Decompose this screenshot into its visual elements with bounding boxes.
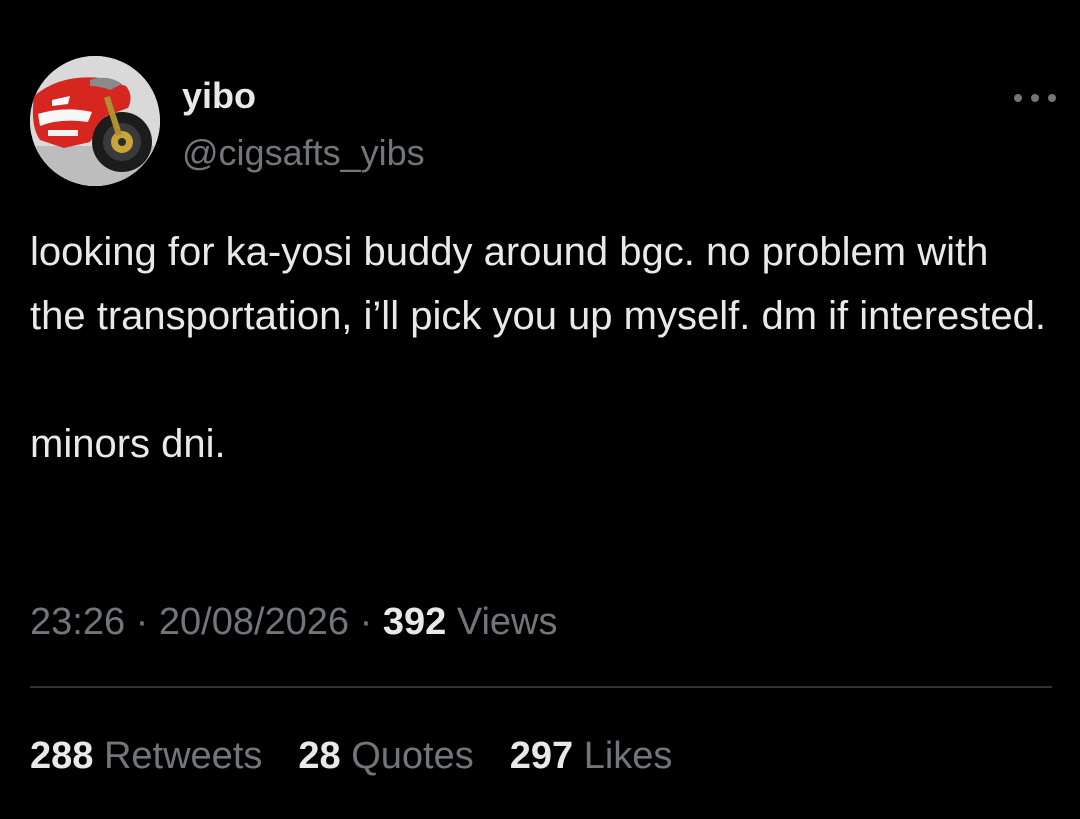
- meta-separator: ·: [359, 601, 373, 643]
- likes-label: Likes: [583, 735, 673, 777]
- retweets-label: Retweets: [103, 735, 263, 777]
- avatar[interactable]: [30, 56, 160, 186]
- motorcycle-avatar-icon: [30, 56, 160, 186]
- tweet-paragraph: looking for ka-yosi buddy around bgc. no…: [30, 230, 1047, 338]
- quotes-count: 28: [298, 735, 341, 777]
- more-dot-icon: [1014, 94, 1022, 102]
- tweet-paragraph: minors dni.: [30, 422, 226, 466]
- quotes-label: Quotes: [351, 735, 474, 777]
- retweets-stat[interactable]: 288 Retweets: [30, 732, 262, 780]
- views-count: 392: [382, 601, 447, 643]
- tweet-meta: 23:26 · 20/08/2026 · 392 Views: [30, 598, 558, 646]
- divider: [30, 686, 1052, 688]
- tweet-date[interactable]: 20/08/2026: [159, 601, 349, 643]
- likes-count: 297: [509, 735, 574, 777]
- more-dot-icon: [1031, 94, 1039, 102]
- retweets-count: 288: [30, 735, 94, 777]
- display-name[interactable]: yibo: [182, 74, 256, 118]
- likes-stat[interactable]: 297 Likes: [510, 732, 673, 780]
- tweet-text: looking for ka-yosi buddy around bgc. no…: [30, 220, 1050, 476]
- views-label: Views: [456, 601, 558, 643]
- username-handle[interactable]: @cigsafts_yibs: [182, 131, 425, 175]
- more-options-button[interactable]: [1014, 88, 1056, 108]
- engagement-stats: 288 Retweets 28 Quotes 297 Likes: [30, 732, 708, 780]
- tweet-time[interactable]: 23:26: [30, 601, 125, 643]
- more-dot-icon: [1048, 94, 1056, 102]
- meta-separator: ·: [135, 601, 149, 643]
- quotes-stat[interactable]: 28 Quotes: [298, 732, 473, 780]
